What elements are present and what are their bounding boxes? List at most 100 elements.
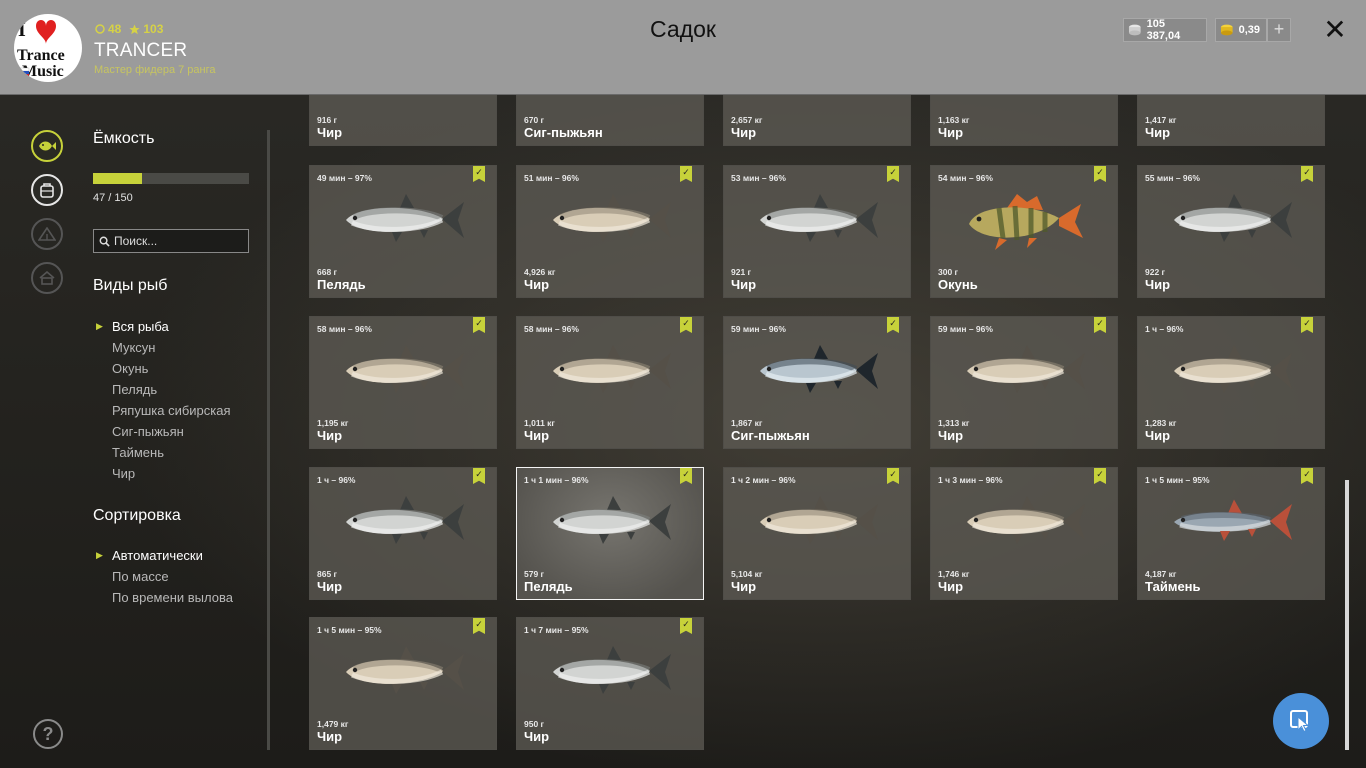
fish-weight: 4,926 кг xyxy=(524,267,556,277)
fish-card[interactable]: 1 ч 1 мин – 96% ✓ 579 г Пелядь xyxy=(516,467,704,600)
fish-species-name: Сиг-пыжьян xyxy=(524,125,603,140)
gold-coins-icon xyxy=(1220,24,1233,36)
catch-time-quality: 55 мин – 96% xyxy=(1145,173,1200,183)
fish-card[interactable]: 53 мин – 96% ✓ 921 г Чир xyxy=(723,165,911,298)
fish-species-name: Чир xyxy=(524,729,550,744)
catch-time-quality: 59 мин – 96% xyxy=(731,324,786,334)
fish-image xyxy=(760,496,878,544)
species-filter-item[interactable]: Муксун xyxy=(96,337,231,358)
fish-species-name: Чир xyxy=(731,579,757,594)
fish-card[interactable]: 1 ч 3 мин – 96% ✓ 1,746 кг Чир xyxy=(930,467,1118,600)
fish-weight: 1,417 кг xyxy=(1145,115,1177,125)
capacity-count: 47 / 150 xyxy=(93,192,133,204)
fish-card[interactable]: 58 мин – 96% ✓ 1,195 кг Чир xyxy=(309,316,497,449)
fish-card[interactable]: ✓670 гСиг-пыжьян xyxy=(516,95,704,146)
checkmark-badge-icon: ✓ xyxy=(680,468,692,484)
catch-time-quality: 1 ч 1 мин – 96% xyxy=(524,475,589,485)
fish-card[interactable]: 49 мин – 97% ✓ 668 г Пелядь xyxy=(309,165,497,298)
fish-card[interactable]: 58 мин – 96% ✓ 1,011 кг Чир xyxy=(516,316,704,449)
cursor-pointer-icon xyxy=(1290,710,1310,733)
species-filter-item[interactable]: Вся рыба xyxy=(96,316,231,337)
species-filter-item[interactable]: Сиг-пыжьян xyxy=(96,421,231,442)
fish-image xyxy=(1174,194,1292,242)
fish-species-name: Чир xyxy=(317,428,343,443)
gold-balance-value: 0,39 xyxy=(1238,24,1260,36)
checkmark-badge-icon: ✓ xyxy=(887,166,899,182)
fish-weight: 1,479 кг xyxy=(317,719,349,729)
close-button[interactable]: ✕ xyxy=(1322,16,1348,44)
fish-card[interactable]: ✓916 гЧир xyxy=(309,95,497,146)
checkmark-badge-icon: ✓ xyxy=(1094,166,1106,182)
silver-balance-value: 105 387,04 xyxy=(1146,18,1181,42)
keepnet-fish-icon[interactable] xyxy=(31,130,63,162)
help-icon[interactable]: ? xyxy=(33,719,63,749)
fish-card[interactable]: 59 мин – 96% ✓ 1,867 кг Сиг-пыжьян xyxy=(723,316,911,449)
fish-species-name: Окунь xyxy=(938,277,978,292)
scrollbar-thumb[interactable] xyxy=(1345,480,1349,750)
fish-species-name: Таймень xyxy=(1145,579,1201,594)
catch-time-quality: 1 ч 5 мин – 95% xyxy=(317,625,382,635)
catch-time-quality: 1 ч 3 мин – 96% xyxy=(938,475,1003,485)
fish-image xyxy=(346,646,464,694)
keepnet-grid: ✓916 гЧир✓670 гСиг-пыжьян✓2,657 кгЧир✓1,… xyxy=(309,95,1326,755)
fish-image xyxy=(338,95,470,100)
fish-image xyxy=(553,646,671,694)
fish-weight: 950 г xyxy=(524,719,545,729)
fish-image xyxy=(1174,499,1292,541)
fish-card[interactable]: 1 ч – 96% ✓ 1,283 кг Чир xyxy=(1137,316,1325,449)
fish-species-name: Чир xyxy=(317,729,343,744)
fish-weight: 1,163 кг xyxy=(938,115,970,125)
catch-time-quality: 59 мин – 96% xyxy=(938,324,993,334)
fish-weight: 1,313 кг xyxy=(938,418,970,428)
panel-divider xyxy=(267,130,270,750)
fish-species-name: Чир xyxy=(1145,277,1171,292)
camp-tent-icon[interactable] xyxy=(31,218,63,250)
fish-card[interactable]: 51 мин – 96% ✓ 4,926 кг Чир xyxy=(516,165,704,298)
search-input[interactable]: Поиск... xyxy=(93,229,249,253)
species-filter-item[interactable]: Пелядь xyxy=(96,379,231,400)
sort-option-item[interactable]: Автоматически xyxy=(96,545,233,566)
sort-option-item[interactable]: По массе xyxy=(96,566,233,587)
capacity-bar xyxy=(93,173,249,184)
fish-species-name: Чир xyxy=(524,277,550,292)
fish-species-name: Пелядь xyxy=(317,277,366,292)
checkmark-badge-icon: ✓ xyxy=(1301,317,1313,333)
fish-species-name: Пелядь xyxy=(524,579,573,594)
fish-card[interactable]: 1 ч 5 мин – 95% ✓ 4,187 кг Таймень xyxy=(1137,467,1325,600)
fish-card[interactable]: 55 мин – 96% ✓ 922 г Чир xyxy=(1137,165,1325,298)
add-currency-button[interactable]: + xyxy=(1267,18,1291,42)
species-filter-item[interactable]: Таймень xyxy=(96,442,231,463)
capacity-title: Ёмкость xyxy=(93,130,155,147)
inventory-bag-icon[interactable] xyxy=(31,174,63,206)
catch-time-quality: 1 ч – 96% xyxy=(317,475,356,485)
fish-card[interactable]: 59 мин – 96% ✓ 1,313 кг Чир xyxy=(930,316,1118,449)
catch-time-quality: 51 мин – 96% xyxy=(524,173,579,183)
fish-image xyxy=(967,345,1085,393)
silver-coins-icon xyxy=(1128,24,1141,36)
fish-weight: 300 г xyxy=(938,267,959,277)
fish-image xyxy=(553,345,671,393)
catch-time-quality: 54 мин – 96% xyxy=(938,173,993,183)
fish-card[interactable]: 54 мин – 96% ✓ 300 г Окунь xyxy=(930,165,1118,298)
species-filter-item[interactable]: Чир xyxy=(96,463,231,484)
lodge-home-icon[interactable] xyxy=(31,262,63,294)
fish-card[interactable]: ✓2,657 кгЧир xyxy=(723,95,911,146)
fish-card[interactable]: 1 ч 5 мин – 95% ✓ 1,479 кг Чир xyxy=(309,617,497,750)
fish-card[interactable]: 1 ч – 96% ✓ 865 г Чир xyxy=(309,467,497,600)
cursor-mode-button[interactable] xyxy=(1273,693,1329,749)
sort-option-item[interactable]: По времени вылова xyxy=(96,587,233,608)
search-icon xyxy=(99,236,110,247)
fish-card[interactable]: ✓1,417 кгЧир xyxy=(1137,95,1325,146)
fish-card[interactable]: ✓1,163 кгЧир xyxy=(930,95,1118,146)
fish-weight: 1,283 кг xyxy=(1145,418,1177,428)
fish-card[interactable]: 1 ч 2 мин – 96% ✓ 5,104 кг Чир xyxy=(723,467,911,600)
sort-title: Сортировка xyxy=(93,507,181,524)
catch-time-quality: 53 мин – 96% xyxy=(731,173,786,183)
fish-image xyxy=(969,194,1083,250)
species-title: Виды рыб xyxy=(93,277,168,294)
species-filter-item[interactable]: Окунь xyxy=(96,358,231,379)
fish-card[interactable]: 1 ч 7 мин – 95% ✓ 950 г Чир xyxy=(516,617,704,750)
species-filter-item[interactable]: Ряпушка сибирская xyxy=(96,400,231,421)
catch-time-quality: 1 ч 2 мин – 96% xyxy=(731,475,796,485)
fish-image xyxy=(1166,95,1298,100)
